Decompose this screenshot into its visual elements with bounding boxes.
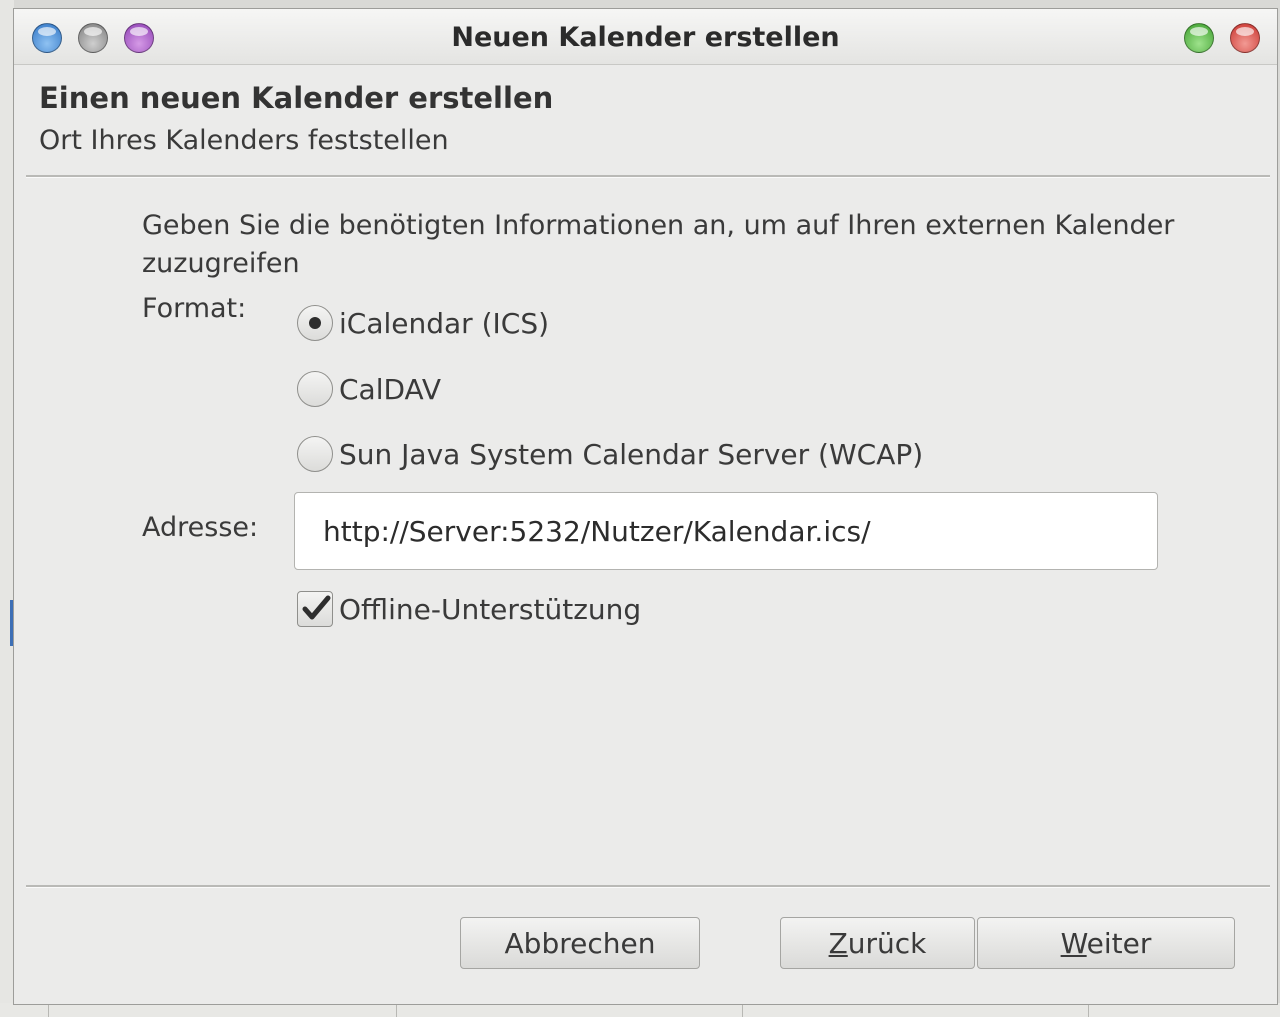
radio-button-checked[interactable] xyxy=(297,305,333,341)
footer-separator xyxy=(26,885,1270,888)
back-label-rest: urück xyxy=(847,926,927,960)
intro-text: Geben Sie die benötigten Informationen a… xyxy=(142,210,1175,279)
titlebar: Neuen Kalender erstellen xyxy=(14,9,1277,65)
close-window-button[interactable] xyxy=(1230,23,1260,53)
checkmark-icon xyxy=(302,595,331,620)
window-title: Neuen Kalender erstellen xyxy=(451,22,840,53)
back-button-label: Zurück xyxy=(829,927,927,960)
radio-label: Sun Java System Calendar Server (WCAP) xyxy=(339,437,924,471)
background-app-left-edge xyxy=(0,0,14,1017)
address-label: Adresse: xyxy=(142,512,259,543)
next-button[interactable]: Weiter xyxy=(977,917,1235,969)
radio-label: CalDAV xyxy=(339,372,442,406)
offline-support-checkbox[interactable] xyxy=(297,591,333,627)
back-button[interactable]: Zurück xyxy=(780,917,975,969)
header-separator xyxy=(26,175,1270,178)
background-column-divider xyxy=(742,1003,743,1017)
radio-option-wcap[interactable]: Sun Java System Calendar Server (WCAP) xyxy=(297,434,923,474)
back-accelerator: Z xyxy=(828,926,848,960)
wizard-page-subtitle: Ort Ihres Kalenders feststellen xyxy=(39,125,449,156)
background-column-divider xyxy=(48,1003,49,1017)
format-label: Format: xyxy=(142,293,247,324)
next-accelerator: W xyxy=(1060,926,1087,960)
background-column-divider xyxy=(396,1003,397,1017)
radio-button[interactable] xyxy=(297,436,333,472)
offline-support-label: Offline-Unterstützung xyxy=(339,592,642,626)
maximize-window-button[interactable] xyxy=(1184,23,1214,53)
radio-option-caldav[interactable]: CalDAV xyxy=(297,369,441,409)
offline-support-checkbox-row[interactable]: Offline-Unterstützung xyxy=(297,589,641,629)
new-calendar-dialog: Neuen Kalender erstellen Einen neuen Kal… xyxy=(13,8,1278,1005)
radio-option-icalendar[interactable]: iCalendar (ICS) xyxy=(297,303,549,343)
background-column-divider xyxy=(1088,1003,1089,1017)
wizard-page-title: Einen neuen Kalender erstellen xyxy=(39,81,554,115)
radio-label: iCalendar (ICS) xyxy=(339,306,550,340)
cancel-button[interactable]: Abbrechen xyxy=(460,917,700,969)
cancel-button-label: Abbrechen xyxy=(504,926,656,960)
background-app-bottom-edge xyxy=(0,1003,1280,1017)
address-input[interactable] xyxy=(294,492,1158,570)
next-label-rest: eiter xyxy=(1086,926,1152,960)
next-button-label: Weiter xyxy=(1061,927,1152,960)
radio-button[interactable] xyxy=(297,371,333,407)
